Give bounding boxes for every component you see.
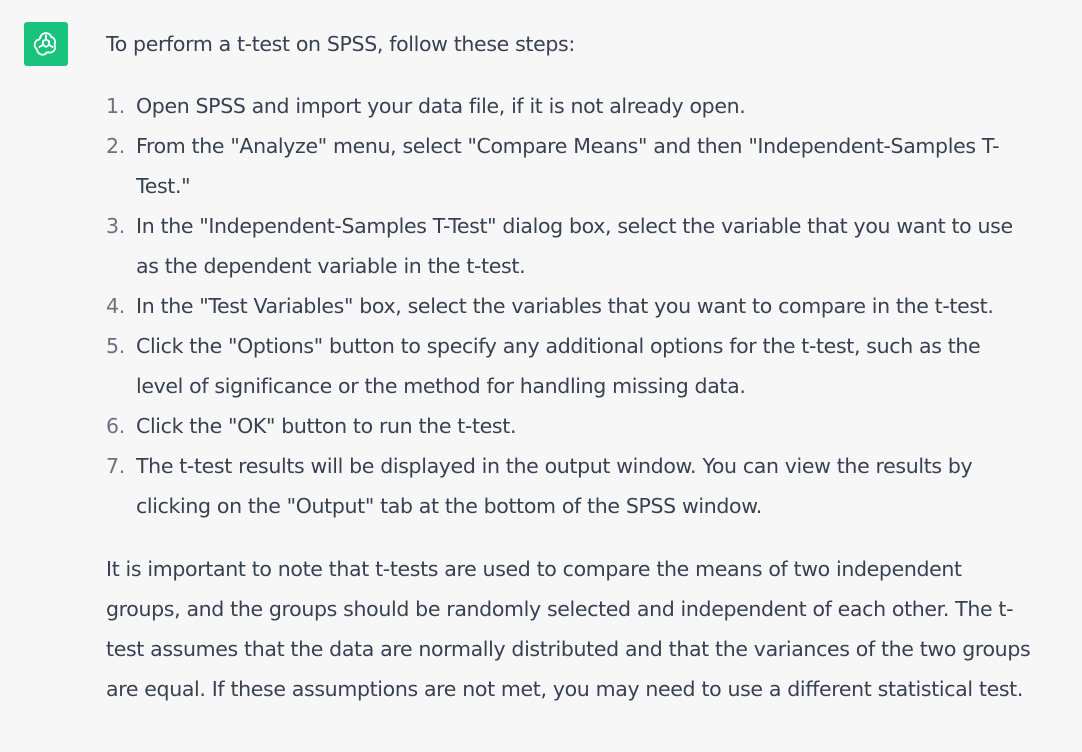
message-content: To perform a t-test on SPSS, follow thes…: [106, 24, 1082, 709]
step-line: Open SPSS and import your data file, if …: [136, 94, 746, 118]
list-item: 4. In the "Test Variables" box, select t…: [106, 286, 1082, 326]
list-item: 7. The t-test results will be displayed …: [106, 446, 1082, 526]
step-text: From the "Analyze" menu, select "Compare…: [136, 126, 1082, 206]
step-line: Click the "OK" button to run the t-test.: [136, 414, 517, 438]
step-text: In the "Independent-Samples T-Test" dial…: [136, 206, 1082, 286]
step-text: In the "Test Variables" box, select the …: [136, 286, 1082, 326]
step-text: The t-test results will be displayed in …: [136, 446, 1082, 526]
step-number: 6.: [106, 414, 125, 438]
closing-line: It is important to note that t-tests are…: [106, 557, 962, 581]
assistant-avatar: [24, 22, 68, 66]
step-line: In the "Test Variables" box, select the …: [136, 294, 994, 318]
list-item: 1. Open SPSS and import your data file, …: [106, 86, 1082, 126]
steps-list: 1. Open SPSS and import your data file, …: [106, 86, 1082, 526]
openai-logo-icon: [33, 32, 57, 56]
step-number: 3.: [106, 214, 125, 238]
step-number: 1.: [106, 94, 125, 118]
list-item: 3. In the "Independent-Samples T-Test" d…: [106, 206, 1082, 286]
step-number: 7.: [106, 454, 125, 478]
step-line: Click the "Options" button to specify an…: [136, 334, 981, 358]
closing-line: are equal. If these assumptions are not …: [106, 677, 1024, 701]
list-item: 5. Click the "Options" button to specify…: [106, 326, 1082, 406]
closing-line: test assumes that the data are normally …: [106, 637, 1031, 661]
step-number: 5.: [106, 334, 125, 358]
step-line: Test.": [136, 174, 191, 198]
step-number: 2.: [106, 134, 125, 158]
step-line: clicking on the "Output" tab at the bott…: [136, 494, 762, 518]
intro-text: To perform a t-test on SPSS, follow thes…: [106, 32, 575, 56]
step-line: From the "Analyze" menu, select "Compare…: [136, 134, 1000, 158]
step-line: In the "Independent-Samples T-Test" dial…: [136, 214, 1013, 238]
step-line: as the dependent variable in the t-test.: [136, 254, 526, 278]
step-text: Click the "Options" button to specify an…: [136, 326, 1082, 406]
list-item: 2. From the "Analyze" menu, select "Comp…: [106, 126, 1082, 206]
step-number: 4.: [106, 294, 125, 318]
step-line: level of significance or the method for …: [136, 374, 746, 398]
step-line: The t-test results will be displayed in …: [136, 454, 973, 478]
step-text: Click the "OK" button to run the t-test.: [136, 406, 1082, 446]
list-item: 6. Click the "OK" button to run the t-te…: [106, 406, 1082, 446]
closing-line: groups, and the groups should be randoml…: [106, 597, 1014, 621]
step-text: Open SPSS and import your data file, if …: [136, 86, 1082, 126]
closing-paragraph: It is important to note that t-tests are…: [106, 549, 1082, 709]
assistant-message: To perform a t-test on SPSS, follow thes…: [0, 0, 1082, 752]
